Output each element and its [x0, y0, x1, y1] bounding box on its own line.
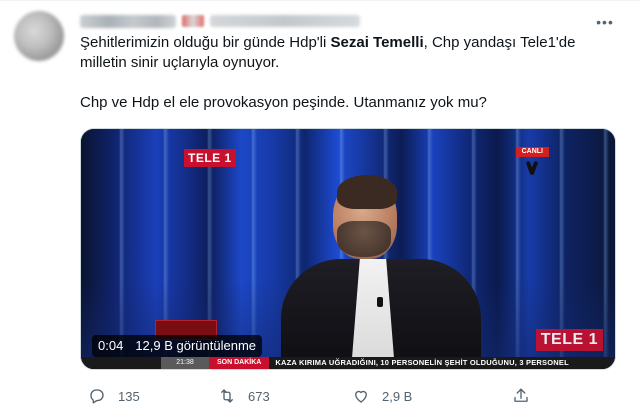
tweet[interactable]: ••• Şehitlerimizin olduğu bir günde Hdp'… [0, 0, 640, 419]
video-player[interactable]: TELE 1 CANLI TELE 1 21:38 SON DAKİKA KAZ… [80, 128, 616, 370]
tweet-text-part: Şehitlerimizin olduğu bir günde Hdp'li [80, 34, 331, 51]
ticker-clock: 21:38 [161, 357, 209, 369]
share-icon [514, 388, 528, 402]
tweet-text-bold: Sezai Temelli [330, 34, 424, 51]
tweet-paragraph-1: Şehitlerimizin olduğu bir günde Hdp'li S… [80, 33, 620, 73]
news-ticker: 21:38 SON DAKİKA KAZA KIRIMA UĞRADIĞINI,… [81, 357, 615, 369]
video-time-overlay: 0:04 12,9 B görüntülenme [92, 335, 263, 357]
tweet-text: Şehitlerimizin olduğu bir günde Hdp'li S… [80, 33, 620, 113]
blurred-author-name[interactable] [80, 14, 176, 28]
retweet-count: 673 [248, 388, 270, 404]
more-options-button[interactable]: ••• [594, 13, 616, 31]
video-time: 0:04 [98, 338, 124, 353]
tweet-actions: 135 673 2,9 B [80, 383, 600, 409]
live-badge: CANLI [515, 147, 549, 157]
reply-button[interactable]: 135 [88, 387, 140, 405]
more-dots-icon: ••• [596, 14, 614, 30]
blurred-handle-and-date[interactable] [210, 15, 360, 27]
video-speaker [281, 167, 481, 369]
share-button[interactable] [512, 387, 530, 405]
retweet-button[interactable]: 673 [218, 387, 270, 405]
ticker-text: KAZA KIRIMA UĞRADIĞINI, 10 PERSONELİN ŞE… [275, 358, 569, 367]
heart-icon [355, 390, 367, 403]
video-views: 12,9 B görüntülenme [135, 338, 257, 353]
tweet-paragraph-2: Chp ve Hdp el ele provokasyon peşinde. U… [80, 94, 487, 111]
retweet-icon [221, 389, 233, 403]
like-count: 2,9 B [382, 388, 413, 404]
channel-logo-bottom: TELE 1 [535, 329, 603, 351]
ticker-label: SON DAKİKA [209, 357, 270, 369]
like-button[interactable]: 2,9 B [352, 387, 412, 405]
mourning-ribbon-icon [527, 161, 537, 175]
channel-logo-top: TELE 1 [184, 149, 236, 167]
blurred-emoji-badges [182, 15, 204, 27]
tweet-header [80, 11, 360, 31]
reply-icon [90, 389, 104, 404]
reply-count: 135 [118, 388, 140, 404]
avatar[interactable] [14, 11, 64, 61]
